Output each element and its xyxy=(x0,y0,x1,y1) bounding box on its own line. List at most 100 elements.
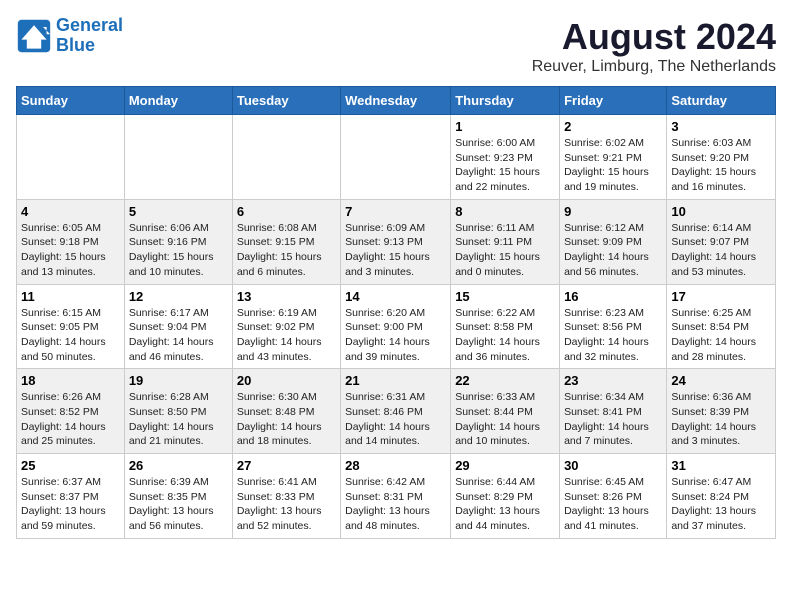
day-info: Sunrise: 6:02 AM Sunset: 9:21 PM Dayligh… xyxy=(564,136,662,195)
day-number: 12 xyxy=(129,289,228,304)
logo-text: General Blue xyxy=(56,16,123,56)
calendar-cell: 8 Sunrise: 6:11 AM Sunset: 9:11 PM Daylig… xyxy=(451,199,560,284)
calendar-cell: 1Sunrise: 6:00 AM Sunset: 9:23 PM Daylig… xyxy=(451,115,560,200)
calendar-cell: 5Sunrise: 6:06 AM Sunset: 9:16 PM Daylig… xyxy=(124,199,232,284)
day-number: 23 xyxy=(564,373,662,388)
day-info: Sunrise: 6:44 AM Sunset: 8:29 PM Dayligh… xyxy=(455,475,555,534)
logo-icon xyxy=(16,18,52,54)
calendar-cell: 23 Sunrise: 6:34 AM Sunset: 8:41 PM Dayli… xyxy=(560,369,667,454)
day-number: 7 xyxy=(345,204,446,219)
day-info: Sunrise: 6:08 AM Sunset: 9:15 PM Dayligh… xyxy=(237,221,336,280)
day-info: Sunrise: 6:31 AM Sunset: 8:46 PM Dayligh… xyxy=(345,390,446,449)
header: General Blue August 2024 Reuver, Limburg… xyxy=(16,16,776,76)
day-number: 28 xyxy=(345,458,446,473)
day-number: 6 xyxy=(237,204,336,219)
day-number: 18 xyxy=(21,373,120,388)
day-info: Sunrise: 6:26 AM Sunset: 8:52 PM Dayligh… xyxy=(21,390,120,449)
calendar-cell: 7 Sunrise: 6:09 AM Sunset: 9:13 PM Daylig… xyxy=(341,199,451,284)
calendar-cell: 31Sunrise: 6:47 AM Sunset: 8:24 PM Dayli… xyxy=(667,454,776,539)
day-number: 13 xyxy=(237,289,336,304)
day-number: 17 xyxy=(671,289,771,304)
calendar-cell: 30 Sunrise: 6:45 AM Sunset: 8:26 PM Dayli… xyxy=(560,454,667,539)
day-number: 1 xyxy=(455,119,555,134)
day-info: Sunrise: 6:37 AM Sunset: 8:37 PM Dayligh… xyxy=(21,475,120,534)
calendar-cell: 13Sunrise: 6:19 AM Sunset: 9:02 PM Dayli… xyxy=(232,284,340,369)
calendar-cell: 27 Sunrise: 6:41 AM Sunset: 8:33 PM Dayli… xyxy=(232,454,340,539)
day-info: Sunrise: 6:25 AM Sunset: 8:54 PM Dayligh… xyxy=(671,306,771,365)
day-number: 10 xyxy=(671,204,771,219)
day-info: Sunrise: 6:11 AM Sunset: 9:11 PM Dayligh… xyxy=(455,221,555,280)
day-number: 2 xyxy=(564,119,662,134)
day-number: 9 xyxy=(564,204,662,219)
calendar-cell: 3 Sunrise: 6:03 AM Sunset: 9:20 PM Daylig… xyxy=(667,115,776,200)
weekday-header-saturday: Saturday xyxy=(667,87,776,115)
day-info: Sunrise: 6:03 AM Sunset: 9:20 PM Dayligh… xyxy=(671,136,771,195)
day-info: Sunrise: 6:33 AM Sunset: 8:44 PM Dayligh… xyxy=(455,390,555,449)
day-info: Sunrise: 6:23 AM Sunset: 8:56 PM Dayligh… xyxy=(564,306,662,365)
calendar-cell: 19 Sunrise: 6:28 AM Sunset: 8:50 PM Dayli… xyxy=(124,369,232,454)
day-info: Sunrise: 6:15 AM Sunset: 9:05 PM Dayligh… xyxy=(21,306,120,365)
day-info: Sunrise: 6:34 AM Sunset: 8:41 PM Dayligh… xyxy=(564,390,662,449)
day-info: Sunrise: 6:12 AM Sunset: 9:09 PM Dayligh… xyxy=(564,221,662,280)
day-info: Sunrise: 6:09 AM Sunset: 9:13 PM Dayligh… xyxy=(345,221,446,280)
day-info: Sunrise: 6:47 AM Sunset: 8:24 PM Dayligh… xyxy=(671,475,771,534)
day-number: 21 xyxy=(345,373,446,388)
day-number: 26 xyxy=(129,458,228,473)
day-info: Sunrise: 6:14 AM Sunset: 9:07 PM Dayligh… xyxy=(671,221,771,280)
calendar-cell: 20 Sunrise: 6:30 AM Sunset: 8:48 PM Dayli… xyxy=(232,369,340,454)
calendar-cell: 12 Sunrise: 6:17 AM Sunset: 9:04 PM Dayli… xyxy=(124,284,232,369)
calendar-cell: 28 Sunrise: 6:42 AM Sunset: 8:31 PM Dayli… xyxy=(341,454,451,539)
weekday-header-row: SundayMondayTuesdayWednesdayThursdayFrid… xyxy=(17,87,776,115)
day-info: Sunrise: 6:05 AM Sunset: 9:18 PM Dayligh… xyxy=(21,221,120,280)
day-number: 3 xyxy=(671,119,771,134)
weekday-header-thursday: Thursday xyxy=(451,87,560,115)
weekday-header-wednesday: Wednesday xyxy=(341,87,451,115)
day-number: 25 xyxy=(21,458,120,473)
day-info: Sunrise: 6:45 AM Sunset: 8:26 PM Dayligh… xyxy=(564,475,662,534)
day-info: Sunrise: 6:17 AM Sunset: 9:04 PM Dayligh… xyxy=(129,306,228,365)
weekday-header-tuesday: Tuesday xyxy=(232,87,340,115)
calendar-cell: 2 Sunrise: 6:02 AM Sunset: 9:21 PM Daylig… xyxy=(560,115,667,200)
logo: General Blue xyxy=(16,16,123,56)
weekday-header-monday: Monday xyxy=(124,87,232,115)
calendar-cell xyxy=(124,115,232,200)
day-number: 30 xyxy=(564,458,662,473)
calendar-cell: 16Sunrise: 6:23 AM Sunset: 8:56 PM Dayli… xyxy=(560,284,667,369)
day-info: Sunrise: 6:06 AM Sunset: 9:16 PM Dayligh… xyxy=(129,221,228,280)
day-number: 24 xyxy=(671,373,771,388)
day-number: 8 xyxy=(455,204,555,219)
day-info: Sunrise: 6:28 AM Sunset: 8:50 PM Dayligh… xyxy=(129,390,228,449)
calendar-cell: 15 Sunrise: 6:22 AM Sunset: 8:58 PM Dayli… xyxy=(451,284,560,369)
calendar-cell: 10 Sunrise: 6:14 AM Sunset: 9:07 PM Dayli… xyxy=(667,199,776,284)
calendar-cell: 26Sunrise: 6:39 AM Sunset: 8:35 PM Dayli… xyxy=(124,454,232,539)
day-number: 20 xyxy=(237,373,336,388)
day-info: Sunrise: 6:41 AM Sunset: 8:33 PM Dayligh… xyxy=(237,475,336,534)
location-title: Reuver, Limburg, The Netherlands xyxy=(532,58,776,76)
calendar-cell: 25 Sunrise: 6:37 AM Sunset: 8:37 PM Dayli… xyxy=(17,454,125,539)
day-info: Sunrise: 6:22 AM Sunset: 8:58 PM Dayligh… xyxy=(455,306,555,365)
calendar-table: SundayMondayTuesdayWednesdayThursdayFrid… xyxy=(16,86,776,539)
day-number: 29 xyxy=(455,458,555,473)
weekday-header-sunday: Sunday xyxy=(17,87,125,115)
title-area: August 2024 Reuver, Limburg, The Netherl… xyxy=(532,16,776,76)
week-row-2: 4Sunrise: 6:05 AM Sunset: 9:18 PM Daylig… xyxy=(17,199,776,284)
day-number: 15 xyxy=(455,289,555,304)
week-row-5: 25 Sunrise: 6:37 AM Sunset: 8:37 PM Dayli… xyxy=(17,454,776,539)
day-number: 19 xyxy=(129,373,228,388)
day-number: 27 xyxy=(237,458,336,473)
week-row-1: 1Sunrise: 6:00 AM Sunset: 9:23 PM Daylig… xyxy=(17,115,776,200)
calendar-cell: 21 Sunrise: 6:31 AM Sunset: 8:46 PM Dayli… xyxy=(341,369,451,454)
calendar-cell: 29 Sunrise: 6:44 AM Sunset: 8:29 PM Dayli… xyxy=(451,454,560,539)
day-info: Sunrise: 6:30 AM Sunset: 8:48 PM Dayligh… xyxy=(237,390,336,449)
day-info: Sunrise: 6:42 AM Sunset: 8:31 PM Dayligh… xyxy=(345,475,446,534)
week-row-3: 11 Sunrise: 6:15 AM Sunset: 9:05 PM Dayli… xyxy=(17,284,776,369)
calendar-cell: 18 Sunrise: 6:26 AM Sunset: 8:52 PM Dayli… xyxy=(17,369,125,454)
day-info: Sunrise: 6:20 AM Sunset: 9:00 PM Dayligh… xyxy=(345,306,446,365)
calendar-cell: 14Sunrise: 6:20 AM Sunset: 9:00 PM Dayli… xyxy=(341,284,451,369)
calendar-cell: 17 Sunrise: 6:25 AM Sunset: 8:54 PM Dayli… xyxy=(667,284,776,369)
calendar-cell: 24 Sunrise: 6:36 AM Sunset: 8:39 PM Dayli… xyxy=(667,369,776,454)
weekday-header-friday: Friday xyxy=(560,87,667,115)
day-number: 11 xyxy=(21,289,120,304)
calendar-cell: 11 Sunrise: 6:15 AM Sunset: 9:05 PM Dayli… xyxy=(17,284,125,369)
day-info: Sunrise: 6:36 AM Sunset: 8:39 PM Dayligh… xyxy=(671,390,771,449)
